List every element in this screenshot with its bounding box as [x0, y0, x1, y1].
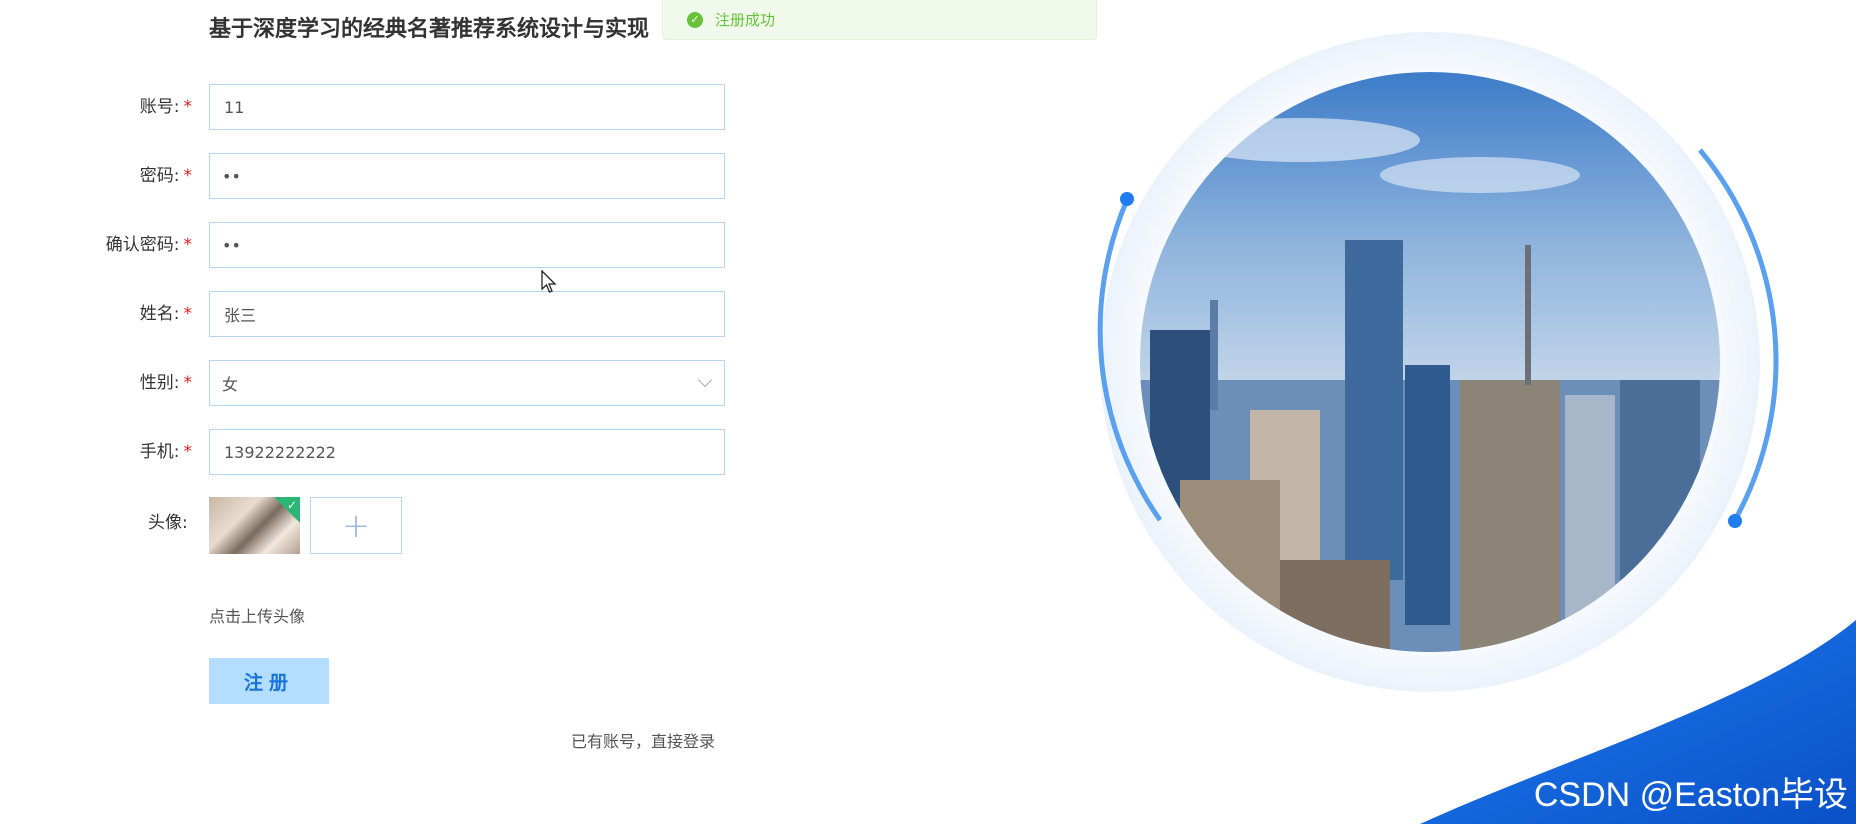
gender-label: 性别: * [139, 373, 193, 393]
password-field[interactable]: •• [209, 153, 725, 199]
name-input[interactable] [222, 303, 724, 325]
password-row: 密码: * •• [0, 153, 730, 199]
required-mark: * [183, 442, 193, 462]
required-mark: * [183, 166, 193, 186]
gender-value: 女 [222, 375, 239, 394]
register-button[interactable]: 注册 [209, 658, 329, 704]
upload-avatar-tip: 点击上传头像 [209, 607, 306, 626]
avatar-label: 头像: [148, 513, 188, 533]
password-value[interactable]: •• [222, 167, 241, 186]
phone-field[interactable] [209, 429, 725, 475]
chevron-down-icon[interactable] [697, 372, 713, 388]
toast-message: 注册成功 [715, 11, 776, 29]
account-row: 账号: * [0, 84, 730, 130]
required-mark: * [183, 373, 193, 393]
name-field[interactable] [209, 291, 725, 337]
confirm-password-field[interactable]: •• [209, 222, 725, 268]
page-title: 基于深度学习的经典名著推荐系统设计与实现 [209, 17, 650, 42]
name-label: 姓名: * [139, 304, 193, 324]
watermark: CSDN @Easton毕设 [1533, 776, 1848, 814]
phone-row: 手机: * [0, 429, 730, 475]
account-input[interactable] [222, 96, 724, 118]
gender-row: 性别: * 女 [0, 360, 730, 406]
avatar-upload-button[interactable]: + [310, 497, 402, 554]
phone-label: 手机: * [139, 442, 193, 462]
success-toast: ✓ 注册成功 [662, 0, 1097, 40]
password-label: 密码: * [139, 166, 193, 186]
confirm-password-row: 确认密码: * •• [0, 222, 730, 268]
check-circle-icon: ✓ [687, 11, 703, 28]
mouse-cursor-icon [541, 270, 557, 293]
phone-input[interactable] [222, 441, 724, 463]
name-row: 姓名: * [0, 291, 730, 337]
login-link[interactable]: 已有账号，直接登录 [571, 728, 715, 752]
check-icon: ✓ [286, 498, 297, 512]
required-mark: * [183, 304, 193, 324]
confirm-password-label: 确认密码: * [105, 235, 193, 255]
avatar-thumbnail[interactable]: ✓ [209, 497, 300, 554]
plus-icon: + [341, 505, 371, 546]
account-field[interactable] [209, 84, 725, 130]
required-mark: * [183, 97, 193, 117]
account-label: 账号: * [139, 97, 193, 117]
required-mark: * [183, 235, 193, 255]
confirm-password-value[interactable]: •• [222, 236, 241, 255]
gender-select[interactable]: 女 [209, 360, 725, 406]
